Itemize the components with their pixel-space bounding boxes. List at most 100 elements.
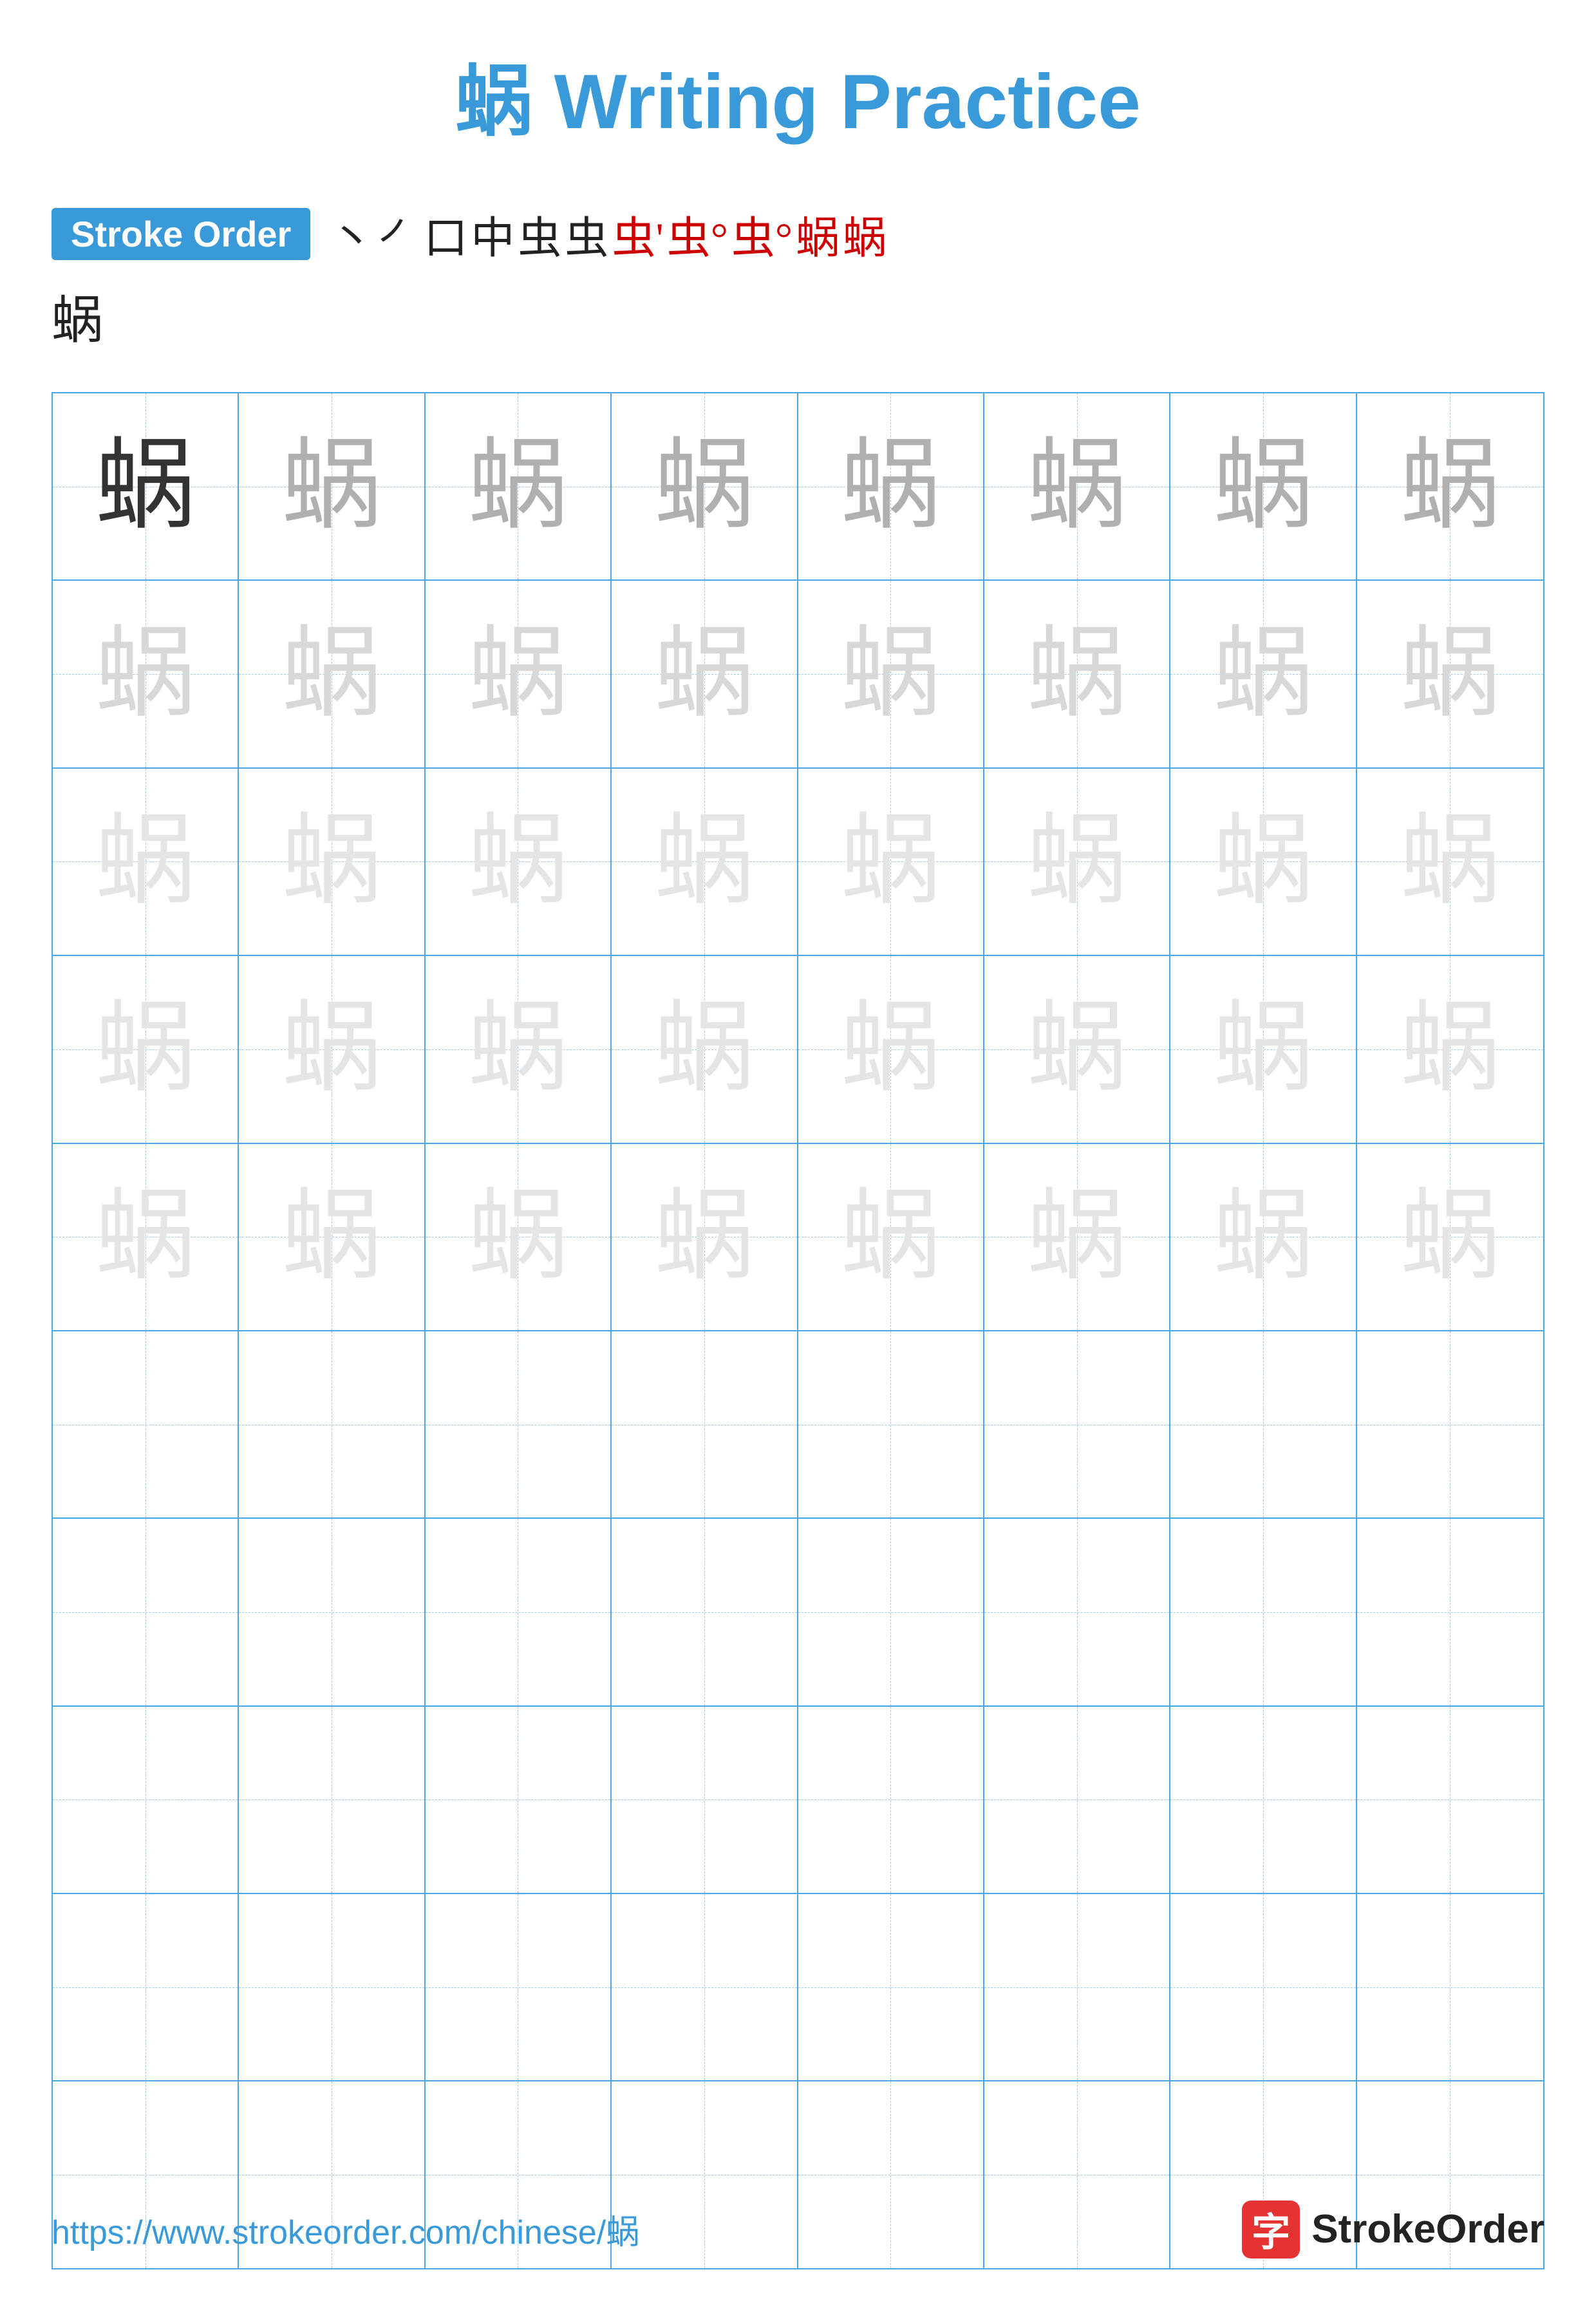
grid-cell[interactable] <box>1357 1707 1543 1893</box>
grid-cell[interactable] <box>239 1331 425 1517</box>
grid-cell[interactable] <box>1170 1894 1357 2080</box>
grid-cell[interactable] <box>984 1894 1170 2080</box>
grid-cell[interactable]: 蜗 <box>612 581 798 767</box>
grid-row: 蜗蜗蜗蜗蜗蜗蜗蜗 <box>53 581 1543 768</box>
grid-cell[interactable]: 蜗 <box>984 769 1170 955</box>
grid-cell[interactable] <box>612 1519 798 1705</box>
grid-cell[interactable]: 蜗 <box>239 956 425 1142</box>
grid-cell[interactable]: 蜗 <box>239 1144 425 1330</box>
grid-cell[interactable]: 蜗 <box>612 769 798 955</box>
footer-url: https://www.strokeorder.com/chinese/蜗 <box>52 2205 639 2253</box>
grid-cell[interactable]: 蜗 <box>984 393 1170 579</box>
grid-cell[interactable] <box>426 1519 612 1705</box>
grid-cell[interactable] <box>426 1894 612 2080</box>
grid-cell[interactable]: 蜗 <box>984 581 1170 767</box>
grid-char: 蜗 <box>282 624 382 724</box>
grid-cell[interactable] <box>798 1331 984 1517</box>
grid-char: 蜗 <box>841 999 941 1099</box>
grid-cell[interactable]: 蜗 <box>53 956 239 1142</box>
grid-cell[interactable]: 蜗 <box>1357 581 1543 767</box>
grid-cell[interactable]: 蜗 <box>426 393 612 579</box>
grid-cell[interactable] <box>984 1331 1170 1517</box>
grid-char: 蜗 <box>468 1187 568 1287</box>
grid-row <box>53 1707 1543 1894</box>
grid-cell[interactable] <box>1357 1519 1543 1705</box>
grid-cell[interactable]: 蜗 <box>426 769 612 955</box>
grid-row: 蜗蜗蜗蜗蜗蜗蜗蜗 <box>53 393 1543 581</box>
grid-cell[interactable] <box>1357 1331 1543 1517</box>
grid-cell[interactable]: 蜗 <box>612 393 798 579</box>
grid-cell[interactable]: 蜗 <box>1170 393 1357 579</box>
grid-cell[interactable]: 蜗 <box>798 581 984 767</box>
grid-cell[interactable]: 蜗 <box>984 956 1170 1142</box>
grid-cell[interactable]: 蜗 <box>239 393 425 579</box>
grid-cell[interactable] <box>612 1707 798 1893</box>
stroke-order-section: Stroke Order 丶 ㇒ 口 中 虫 虫 虫' 虫° 虫° 蜗 蜗 蜗 <box>52 202 1544 353</box>
grid-cell[interactable] <box>239 1707 425 1893</box>
grid-cell[interactable] <box>53 1894 239 2080</box>
grid-char: 蜗 <box>95 812 195 912</box>
grid-cell[interactable] <box>612 1331 798 1517</box>
grid-cell[interactable]: 蜗 <box>426 581 612 767</box>
grid-cell[interactable] <box>1170 1331 1357 1517</box>
grid-cell[interactable] <box>239 1894 425 2080</box>
grid-cell[interactable]: 蜗 <box>984 1144 1170 1330</box>
grid-cell[interactable]: 蜗 <box>798 1144 984 1330</box>
grid-char: 蜗 <box>841 624 941 724</box>
grid-char: 蜗 <box>654 812 754 912</box>
grid-cell[interactable]: 蜗 <box>426 956 612 1142</box>
grid-cell[interactable]: 蜗 <box>1170 956 1357 1142</box>
grid-cell[interactable]: 蜗 <box>612 956 798 1142</box>
grid-cell[interactable]: 蜗 <box>53 581 239 767</box>
grid-cell[interactable]: 蜗 <box>1357 769 1543 955</box>
grid-cell[interactable]: 蜗 <box>798 769 984 955</box>
grid-row: 蜗蜗蜗蜗蜗蜗蜗蜗 <box>53 769 1543 956</box>
stroke-order-badge: Stroke Order <box>52 208 310 260</box>
grid-cell[interactable]: 蜗 <box>1170 769 1357 955</box>
stroke-char-8: 虫° <box>667 202 728 266</box>
grid-char: 蜗 <box>95 437 195 536</box>
grid-cell[interactable] <box>1357 1894 1543 2080</box>
grid-cell[interactable] <box>53 1707 239 1893</box>
grid-char: 蜗 <box>282 1187 382 1287</box>
grid-cell[interactable]: 蜗 <box>1170 581 1357 767</box>
grid-cell[interactable]: 蜗 <box>53 769 239 955</box>
grid-cell[interactable]: 蜗 <box>53 1144 239 1330</box>
grid-cell[interactable] <box>612 1894 798 2080</box>
grid-cell[interactable] <box>239 1519 425 1705</box>
grid-cell[interactable] <box>426 1707 612 1893</box>
grid-cell[interactable] <box>798 1894 984 2080</box>
grid-cell[interactable] <box>798 1519 984 1705</box>
grid-char: 蜗 <box>1213 437 1313 536</box>
grid-cell[interactable]: 蜗 <box>1170 1144 1357 1330</box>
stroke-char-7: 虫' <box>612 202 663 266</box>
grid-cell[interactable]: 蜗 <box>798 956 984 1142</box>
grid-char: 蜗 <box>1400 437 1500 536</box>
grid-cell[interactable]: 蜗 <box>239 581 425 767</box>
grid-char: 蜗 <box>1400 812 1500 912</box>
grid-cell[interactable]: 蜗 <box>1357 1144 1543 1330</box>
grid-char: 蜗 <box>1400 624 1500 724</box>
grid-cell[interactable]: 蜗 <box>798 393 984 579</box>
grid-char: 蜗 <box>282 812 382 912</box>
grid-char: 蜗 <box>841 437 941 536</box>
grid-cell[interactable]: 蜗 <box>1357 956 1543 1142</box>
grid-cell[interactable]: 蜗 <box>612 1144 798 1330</box>
title-label: Writing Practice <box>554 59 1140 145</box>
grid-cell[interactable] <box>984 1707 1170 1893</box>
grid-cell[interactable] <box>53 1331 239 1517</box>
grid-cell[interactable]: 蜗 <box>239 769 425 955</box>
grid-cell[interactable]: 蜗 <box>1357 393 1543 579</box>
grid-cell[interactable] <box>1170 1707 1357 1893</box>
grid-char: 蜗 <box>1027 437 1127 536</box>
stroke-char-9: 虫° <box>731 202 793 266</box>
grid-cell[interactable] <box>53 1519 239 1705</box>
grid-cell[interactable] <box>426 1331 612 1517</box>
grid-char: 蜗 <box>468 437 568 536</box>
grid-cell[interactable] <box>1170 1519 1357 1705</box>
grid-cell[interactable]: 蜗 <box>426 1144 612 1330</box>
grid-cell[interactable] <box>798 1707 984 1893</box>
brand-name: StrokeOrder <box>1311 2206 1544 2252</box>
grid-cell[interactable] <box>984 1519 1170 1705</box>
grid-cell[interactable]: 蜗 <box>53 393 239 579</box>
